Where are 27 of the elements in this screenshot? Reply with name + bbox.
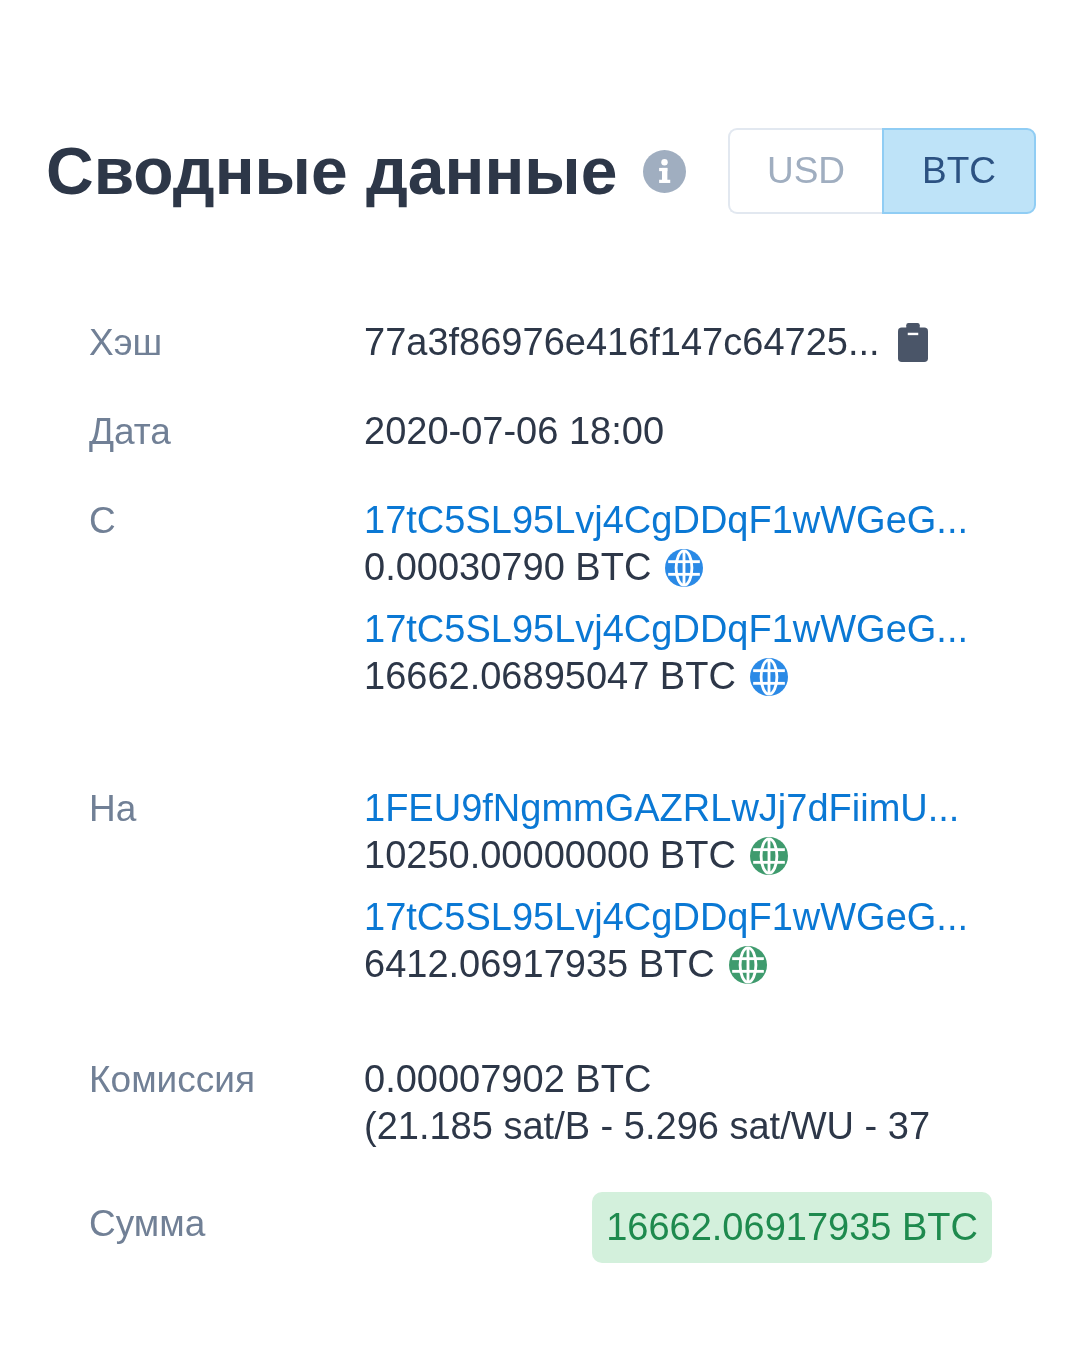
amount-text: 10250.00000000 BTC — [364, 833, 736, 878]
total-amount-badge: 16662.06917935 BTC — [592, 1192, 992, 1263]
clipboard-icon[interactable] — [897, 323, 928, 362]
address-link[interactable]: 17tC5SL95Lvj4CgDDqF1wWGeG... — [364, 497, 969, 544]
globe-icon[interactable] — [749, 657, 788, 696]
field-label: Дата — [89, 410, 172, 454]
address-link[interactable]: 1FEU9fNgmmGAZRLwJj7dFiimU... — [364, 785, 960, 832]
amount-text: 6412.06917935 BTC — [364, 942, 715, 987]
amount-text: 16662.06895047 BTC — [364, 654, 736, 699]
globe-icon[interactable] — [728, 945, 767, 984]
globe-icon[interactable] — [665, 548, 704, 587]
fee-rate: (21.185 sat/B - 5.296 sat/WU - 37 — [364, 1104, 931, 1149]
fee-amount: 0.00007902 BTC — [364, 1057, 652, 1102]
field-label: Хэш — [89, 321, 164, 365]
info-icon[interactable] — [643, 149, 687, 193]
field-label: На — [89, 787, 138, 831]
globe-icon[interactable] — [749, 836, 788, 875]
address-link[interactable]: 17tC5SL95Lvj4CgDDqF1wWGeG... — [364, 606, 969, 653]
page-title: Сводные данные — [46, 134, 618, 208]
date-value: 2020-07-06 18:00 — [364, 409, 665, 454]
hash-value: 77a3f86976e416f147c64725... — [364, 320, 880, 365]
field-label: Сумма — [89, 1202, 207, 1246]
field-label: Комиссия — [89, 1058, 256, 1102]
field-label: С — [89, 499, 117, 543]
address-link[interactable]: 17tC5SL95Lvj4CgDDqF1wWGeG... — [364, 894, 969, 941]
currency-tab[interactable]: BTC — [882, 128, 1036, 214]
amount-text: 0.00030790 BTC — [364, 545, 652, 590]
